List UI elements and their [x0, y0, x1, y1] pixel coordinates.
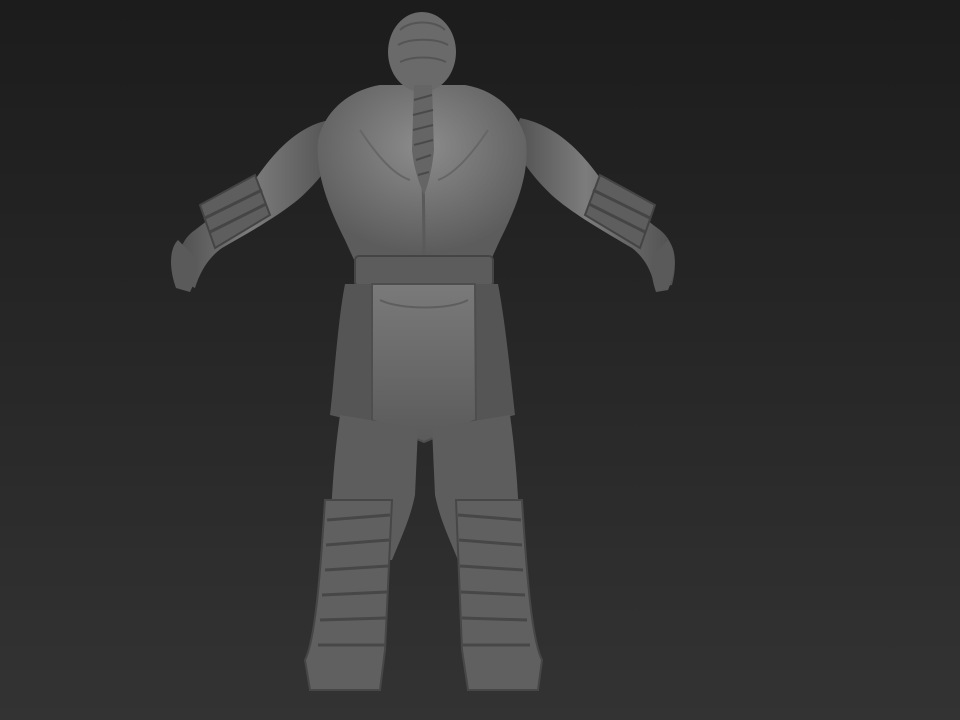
head: [388, 12, 456, 92]
side-cloth-right: [475, 284, 515, 425]
belt: [354, 255, 494, 287]
sculpted-figure: [0, 0, 960, 720]
figure-render: [171, 12, 675, 691]
side-cloth-left: [330, 284, 372, 425]
right-bracer: [583, 173, 657, 250]
left-bracer: [198, 173, 272, 250]
sculpt-viewport[interactable]: [0, 0, 960, 720]
